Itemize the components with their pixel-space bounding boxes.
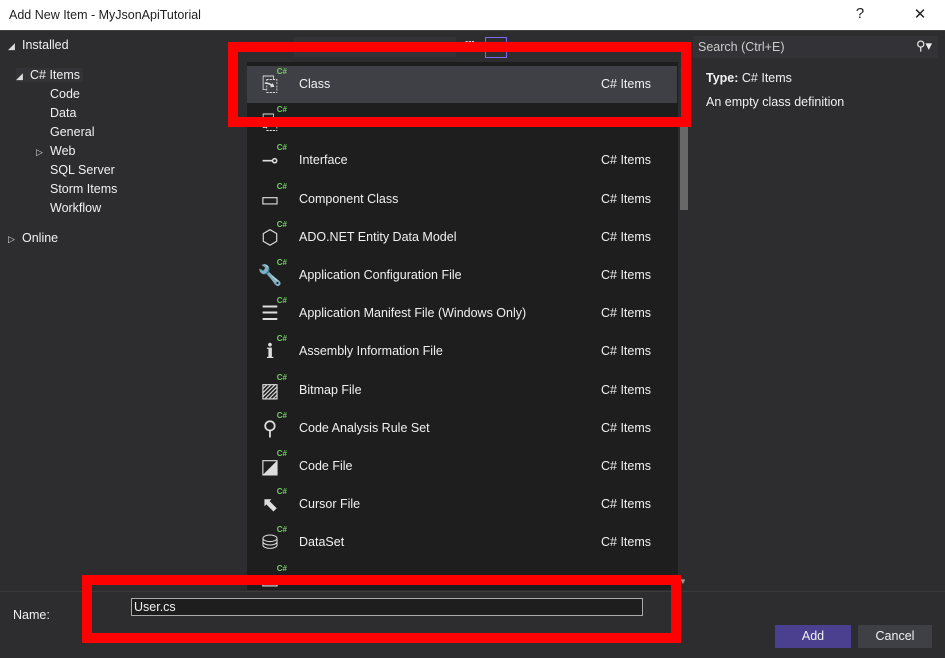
tree-label: Web — [50, 144, 76, 158]
item-name: Bitmap File — [299, 382, 362, 397]
cursor-icon: ⬉ C# — [261, 487, 287, 517]
item-category: C# Items — [601, 306, 652, 321]
dataset-icon: ⛁ C# — [261, 525, 287, 555]
tree-item-general[interactable]: General — [50, 125, 94, 139]
scrollbar-thumb[interactable] — [680, 120, 688, 210]
list-item[interactable]: ℹ C# Assembly Information File C# Items — [247, 333, 677, 370]
item-name: Application Manifest File (Windows Only) — [299, 306, 527, 321]
name-label: Name: — [13, 608, 50, 622]
code-file-icon: ◪ C# — [260, 449, 287, 478]
collapsed-icon: ▷ — [36, 147, 43, 157]
item-category: C# Items — [601, 344, 652, 359]
item-name: Component Class — [299, 191, 399, 206]
list-item[interactable]: ▭ C# — [247, 563, 677, 590]
cancel-button[interactable]: Cancel — [858, 625, 932, 648]
item-category: C# Items — [601, 535, 652, 550]
item-name: Assembly Information File — [299, 344, 443, 359]
help-button[interactable]: ? — [845, 5, 875, 22]
tree-label: Online — [22, 231, 59, 245]
class-icon: ⎘ C# — [262, 67, 287, 96]
rule-set-icon: ⚲ C# — [262, 410, 287, 440]
manifest-file-icon: ☰ C# — [261, 296, 287, 326]
item-name: Class — [299, 77, 331, 91]
item-category: C# Items — [601, 191, 652, 206]
tree-item-data[interactable]: Data — [50, 106, 76, 120]
tree-item-workflow[interactable]: Workflow — [50, 201, 101, 215]
type-line: Type: C# Items — [706, 71, 792, 85]
list-item[interactable]: ⊸ C# Interface C# Items — [247, 142, 677, 179]
item-category: C# Items — [601, 153, 652, 168]
expanded-icon: ◢ — [8, 41, 15, 51]
window-title: Add New Item - MyJsonApiTutorial — [9, 8, 201, 22]
item-category: C# Items — [601, 77, 652, 91]
name-input[interactable] — [131, 598, 643, 616]
tree-item-web[interactable]: ▷ Web — [36, 144, 75, 158]
entity-model-icon: ⬡ C# — [261, 219, 287, 249]
tree-item-storm-items[interactable]: Storm Items — [50, 182, 117, 196]
scroll-up-icon[interactable]: ▲ — [679, 64, 687, 73]
search-icon[interactable]: ⚲▾ — [916, 38, 932, 54]
list-item[interactable]: ⬡ C# ADO.NET Entity Data Model C# Items — [247, 219, 677, 256]
item-name: Code File — [299, 459, 353, 473]
item-category: C# Items — [601, 420, 652, 435]
type-label: Type: — [706, 71, 739, 85]
medium-icons-view-button[interactable] — [485, 37, 507, 58]
item-category: C# Items — [601, 229, 652, 244]
list-item[interactable]: ⎘ C# — [247, 104, 677, 141]
debugger-visualizer-icon: ▭ C# — [260, 563, 287, 590]
tree-item-installed[interactable]: ◢ Installed — [8, 38, 69, 52]
list-item[interactable]: ⚲ C# Code Analysis Rule Set C# Items — [247, 410, 677, 447]
bitmap-icon: ▨ C# — [260, 372, 287, 402]
item-name: Cursor File — [299, 497, 361, 512]
item-name: Application Configuration File — [299, 268, 462, 282]
assembly-info-icon: ℹ C# — [266, 334, 287, 364]
class-icon: ⎘ C# — [262, 105, 287, 135]
component-class-icon: ▭ C# — [260, 181, 287, 211]
item-name: ADO.NET Entity Data Model — [299, 229, 457, 244]
list-item[interactable]: ▨ C# Bitmap File C# Items — [247, 372, 677, 409]
list-item[interactable]: 🔧 C# Application Configuration File C# It… — [247, 257, 677, 294]
interface-icon: ⊸ C# — [261, 143, 287, 173]
item-category: C# Items — [601, 382, 652, 397]
template-list: ⎘ C# Class C# Items ⎘ C# ⊸ C# Interface C# I… — [247, 62, 690, 590]
list-item[interactable]: ◪ C# Code File C# Items — [247, 448, 677, 485]
config-file-icon: 🔧 C# — [257, 258, 287, 287]
item-category: C# Items — [601, 497, 652, 512]
item-category: C# Items — [601, 268, 652, 282]
tree-item-csharp-items[interactable]: ◢ C# Items — [16, 68, 84, 82]
list-item[interactable]: ▭ C# Component Class C# Items — [247, 181, 677, 218]
scroll-down-icon[interactable]: ▼ — [679, 577, 687, 586]
close-button[interactable]: ✕ — [905, 5, 935, 23]
list-item[interactable]: ⎘ C# Class C# Items — [247, 66, 677, 103]
search-input[interactable]: Search (Ctrl+E) ⚲▾ — [693, 36, 938, 58]
small-icons-view-button[interactable]: ▪▪▪ ▪▪ — [465, 38, 475, 55]
tree-label: Installed — [22, 38, 69, 52]
add-button[interactable]: Add — [775, 625, 851, 648]
item-name: DataSet — [299, 535, 345, 550]
tree-item-sql-server[interactable]: SQL Server — [50, 163, 115, 177]
collapsed-icon: ▷ — [8, 234, 15, 244]
category-tree: ◢ Installed ◢ C# Items Code Data General ▷… — [0, 31, 245, 591]
list-item[interactable]: ☰ C# Application Manifest File (Windows O… — [247, 295, 677, 332]
search-placeholder: Search (Ctrl+E) — [698, 40, 785, 54]
expanded-icon: ◢ — [16, 71, 23, 81]
list-item[interactable]: ⛁ C# DataSet C# Items — [247, 524, 677, 561]
item-description: An empty class definition — [706, 95, 845, 109]
tree-item-online[interactable]: ▷ Online — [8, 231, 58, 245]
item-category: C# Items — [601, 459, 652, 473]
title-bar: Add New Item - MyJsonApiTutorial ? ✕ — [0, 0, 945, 31]
item-name: Code Analysis Rule Set — [299, 420, 430, 435]
item-name: Interface — [299, 153, 348, 168]
sort-by-dropdown[interactable] — [294, 37, 456, 57]
list-item[interactable]: ⬉ C# Cursor File C# Items — [247, 486, 677, 523]
tree-item-code[interactable]: Code — [50, 87, 80, 101]
tree-label: C# Items — [30, 68, 81, 82]
type-value: C# Items — [741, 71, 792, 85]
